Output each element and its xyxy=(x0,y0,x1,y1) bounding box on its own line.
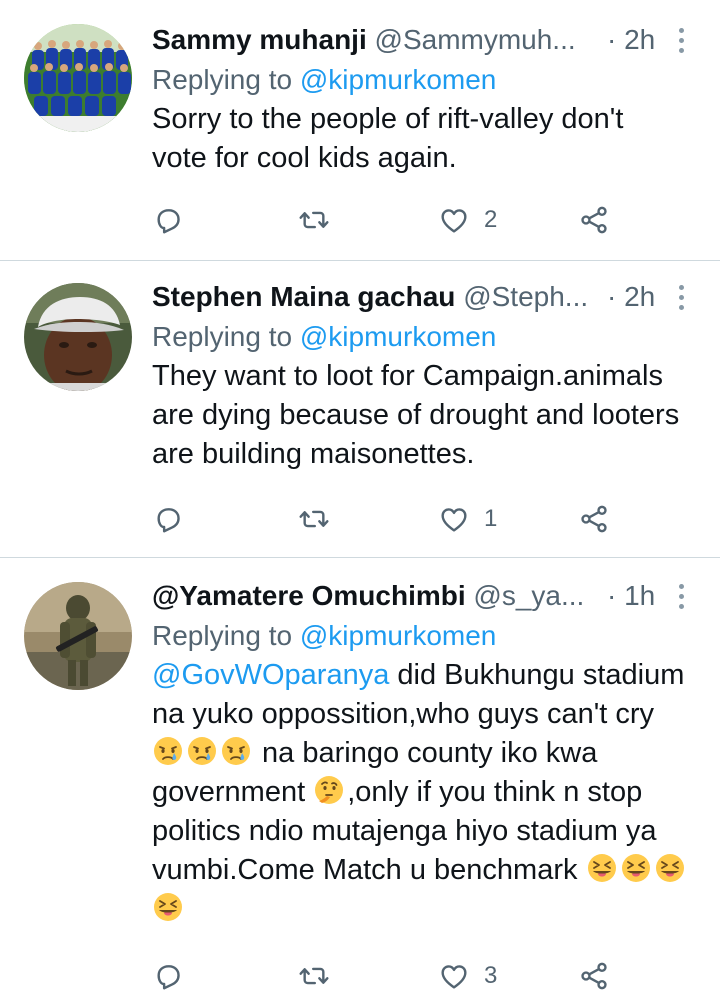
timestamp[interactable]: · 2h xyxy=(607,20,655,60)
more-options-icon[interactable] xyxy=(672,582,690,610)
heart-icon xyxy=(438,204,470,236)
reply-icon xyxy=(152,503,184,535)
share-button[interactable] xyxy=(578,499,610,539)
retweet-button[interactable] xyxy=(298,956,330,996)
replying-to-label: Replying to xyxy=(152,64,293,95)
user-handle[interactable]: @Sammymuh... xyxy=(375,24,576,55)
soldier-avatar[interactable] xyxy=(24,582,132,690)
timestamp[interactable]: · 1h xyxy=(607,576,655,616)
reply-icon xyxy=(152,204,184,236)
squinting-tongue-emoji xyxy=(654,852,686,884)
display-name[interactable]: Sammy muhanji xyxy=(152,24,367,55)
crying-face-emoji xyxy=(186,735,218,767)
more-options-icon[interactable] xyxy=(672,26,690,54)
tweet-text: They want to loot for Campaign.animals a… xyxy=(152,360,680,470)
retweet-icon xyxy=(298,204,330,236)
thinking-face-emoji xyxy=(313,774,345,806)
like-button[interactable]: 1 xyxy=(438,499,497,539)
heart-icon xyxy=(438,960,470,992)
user-handle[interactable]: @s_ya... xyxy=(473,580,584,611)
retweet-button[interactable] xyxy=(298,499,330,539)
like-count: 2 xyxy=(484,206,498,233)
like-button[interactable]: 3 xyxy=(438,956,497,996)
crying-face-emoji xyxy=(220,735,252,767)
share-button[interactable] xyxy=(578,200,610,240)
tweet-header: Sammy muhanji @Sammymuh... · 2h xyxy=(152,20,712,60)
more-options-icon[interactable] xyxy=(672,283,690,311)
squinting-tongue-emoji xyxy=(586,852,618,884)
timestamp[interactable]: · 2h xyxy=(607,277,655,317)
like-button[interactable]: 2 xyxy=(438,200,497,240)
replying-to-label: Replying to xyxy=(152,620,293,651)
man-in-cap-avatar[interactable] xyxy=(24,283,132,391)
like-count: 1 xyxy=(484,505,498,532)
replying-to: Replying to @kipmurkomen xyxy=(152,60,496,100)
replying-to-label: Replying to xyxy=(152,321,293,352)
tweet-actions: 2 xyxy=(152,200,632,240)
team-photo-avatar[interactable] xyxy=(24,24,132,132)
tweet-header: @Yamatere Omuchimbi @s_ya... · 1h xyxy=(152,576,712,616)
squinting-tongue-emoji xyxy=(152,891,184,923)
retweet-icon xyxy=(298,960,330,992)
reply-button[interactable] xyxy=(152,499,184,539)
share-icon xyxy=(578,204,610,236)
like-count: 3 xyxy=(484,962,498,989)
heart-icon xyxy=(438,503,470,535)
reply-button[interactable] xyxy=(152,200,184,240)
tweet-text: @GovWOparanya did Bukhungu stadium na yu… xyxy=(152,656,692,929)
tweet-divider xyxy=(0,557,720,558)
replying-to-mention[interactable]: @kipmurkomen xyxy=(300,64,496,95)
replying-to-mention[interactable]: @kipmurkomen xyxy=(300,620,496,651)
share-button[interactable] xyxy=(578,956,610,996)
replying-to: Replying to @kipmurkomen xyxy=(152,616,496,656)
tweet-header: Stephen Maina gachau @Steph... · 2h xyxy=(152,277,712,317)
display-name[interactable]: Stephen Maina gachau xyxy=(152,281,455,312)
replying-to: Replying to @kipmurkomen xyxy=(152,317,496,357)
tweet-mention[interactable]: @GovWOparanya xyxy=(152,659,389,691)
crying-face-emoji xyxy=(152,735,184,767)
tweet-actions: 1 xyxy=(152,499,632,539)
squinting-tongue-emoji xyxy=(620,852,652,884)
tweet-text: Sorry to the people of rift-valley don't… xyxy=(152,103,624,174)
retweet-button[interactable] xyxy=(298,200,330,240)
display-name[interactable]: @Yamatere Omuchimbi xyxy=(152,580,466,611)
share-icon xyxy=(578,960,610,992)
share-icon xyxy=(578,503,610,535)
tweet-divider xyxy=(0,260,720,261)
retweet-icon xyxy=(298,503,330,535)
reply-icon xyxy=(152,960,184,992)
reply-button[interactable] xyxy=(152,956,184,996)
tweet-actions: 3 xyxy=(152,956,632,996)
replying-to-mention[interactable]: @kipmurkomen xyxy=(300,321,496,352)
user-handle[interactable]: @Steph... xyxy=(463,281,588,312)
